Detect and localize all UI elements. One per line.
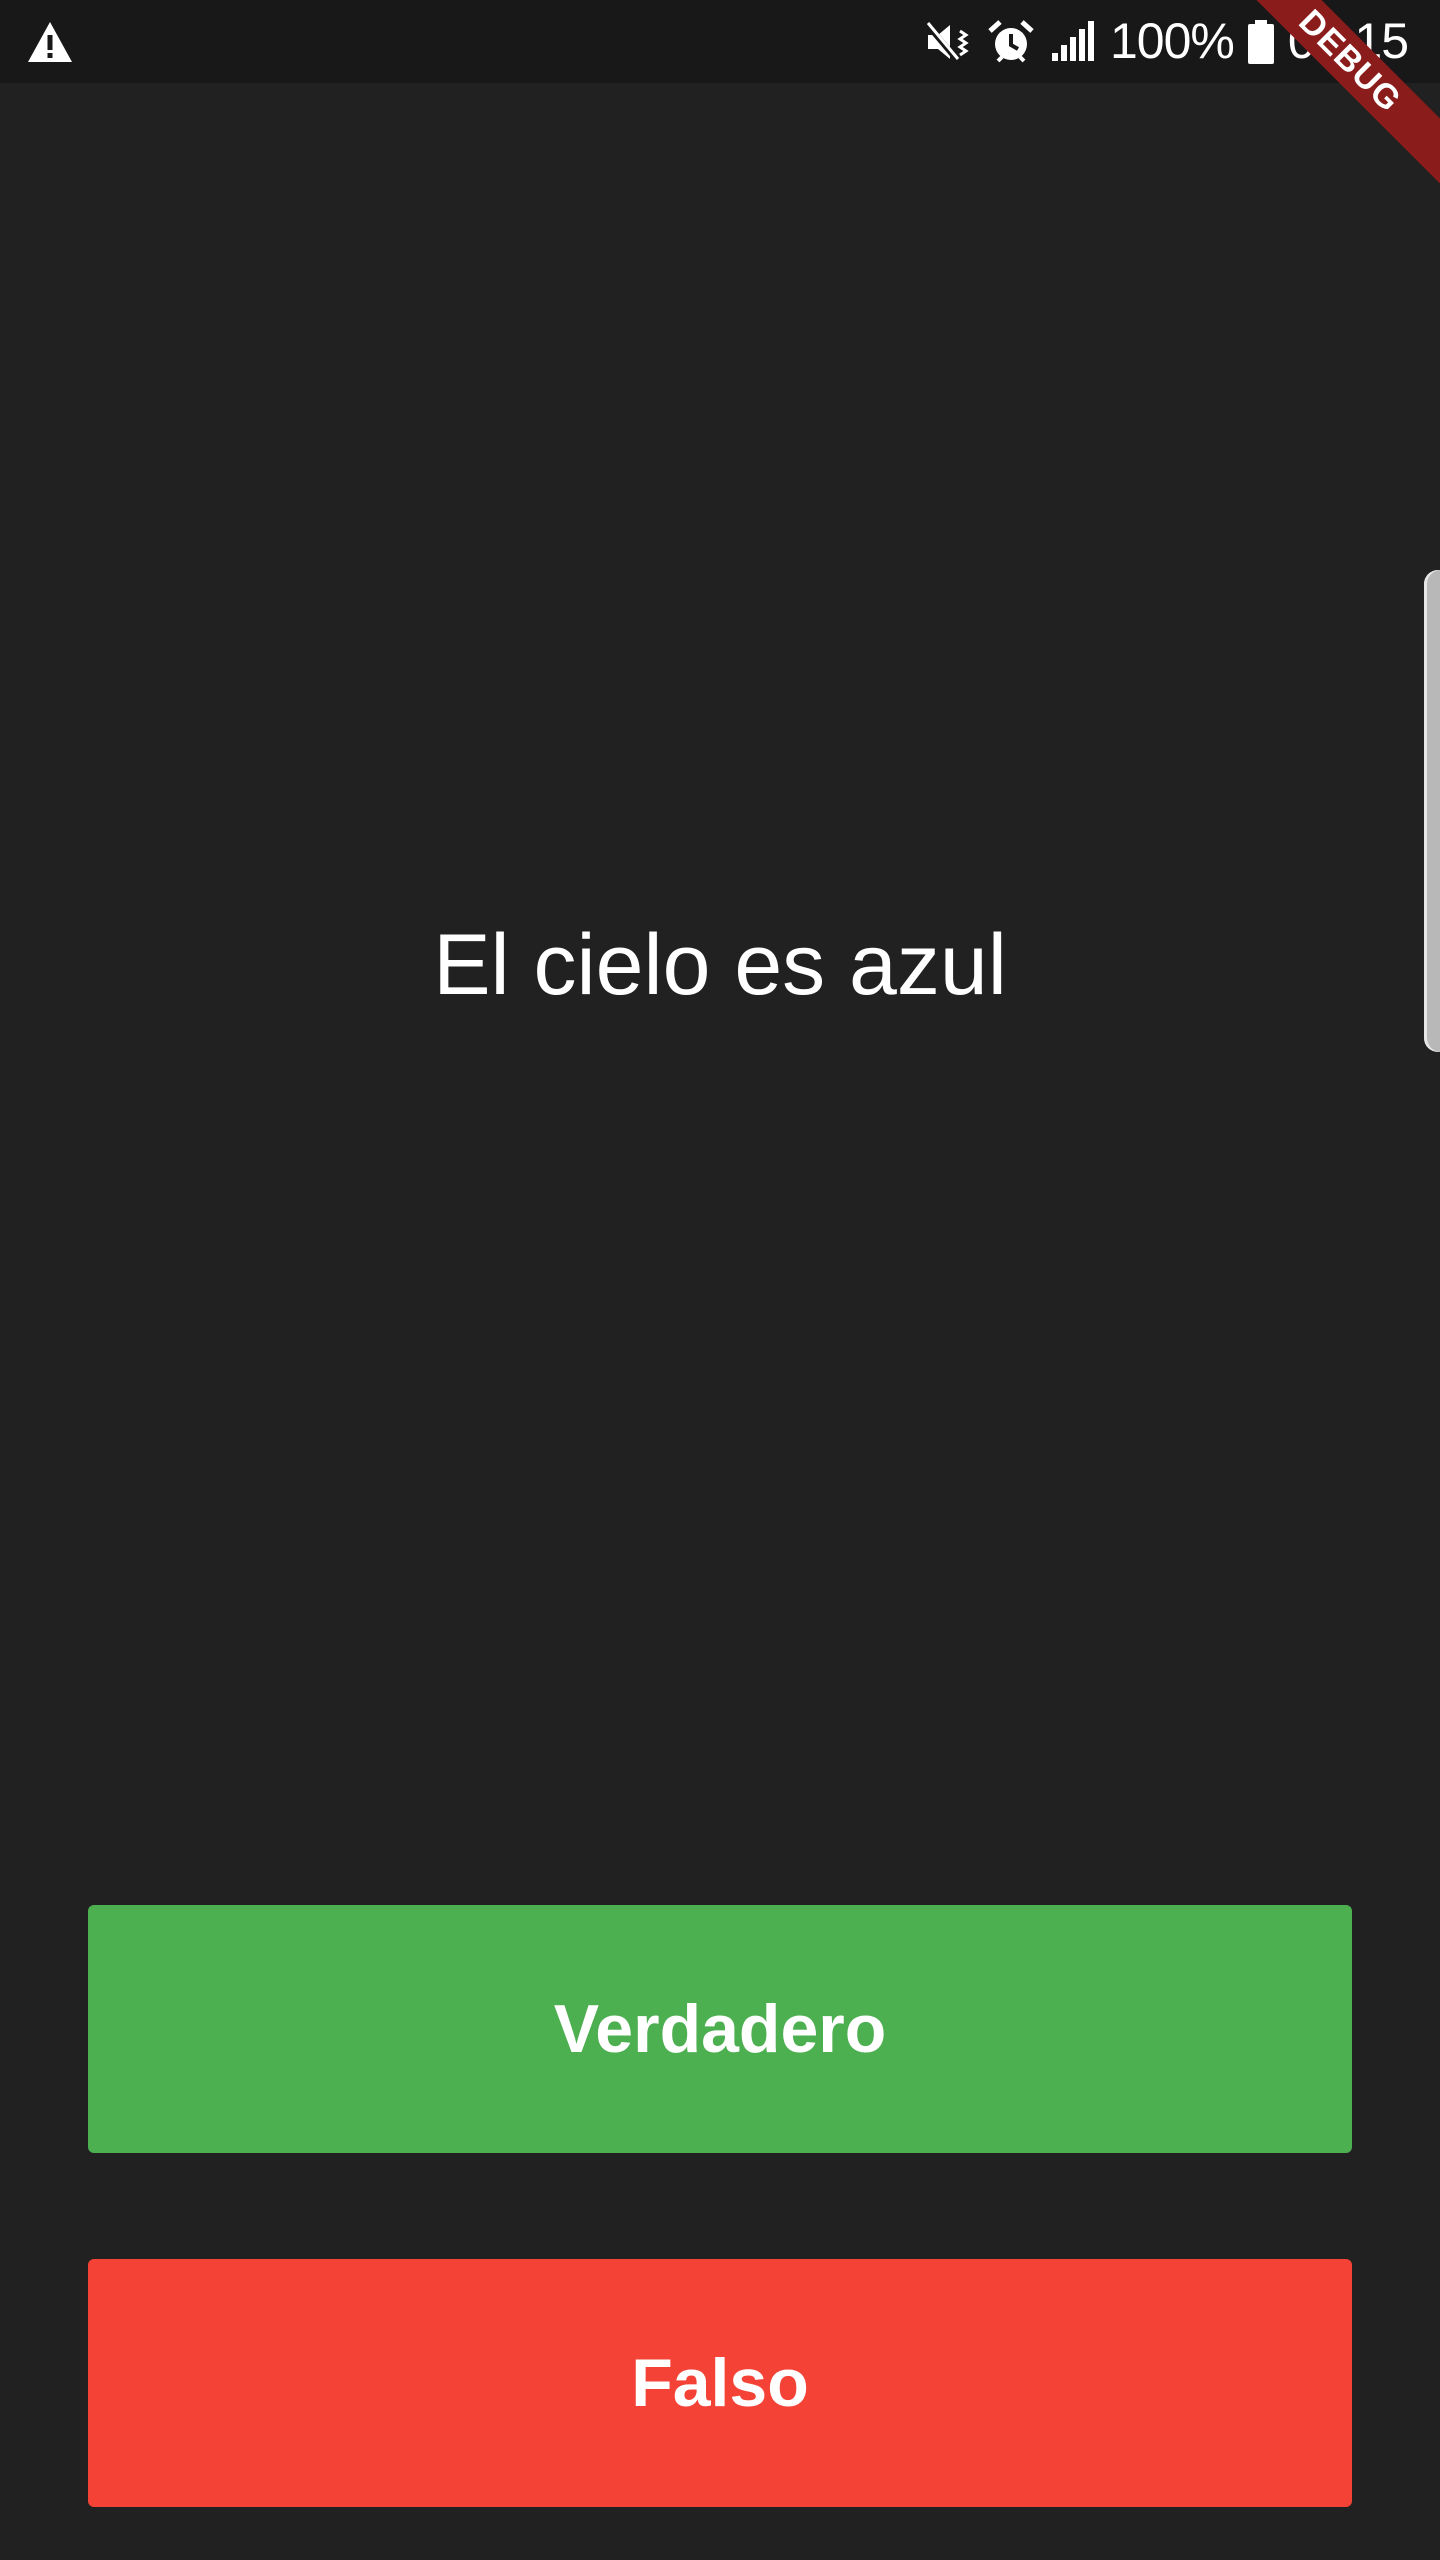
warning-icon xyxy=(26,18,74,66)
true-button[interactable]: Verdadero xyxy=(88,1905,1352,2153)
status-bar: 100% 06:15 xyxy=(0,0,1440,83)
false-button[interactable]: Falso xyxy=(88,2259,1352,2507)
question-text: El cielo es azul xyxy=(433,917,1007,1013)
alarm-icon xyxy=(986,17,1036,67)
app-screen: 100% 06:15 DEBUG El cielo es azul Verdad… xyxy=(0,0,1440,2560)
battery-icon xyxy=(1246,17,1276,67)
mute-icon xyxy=(923,17,974,67)
battery-percent: 100% xyxy=(1109,13,1235,69)
signal-icon xyxy=(1048,17,1098,67)
